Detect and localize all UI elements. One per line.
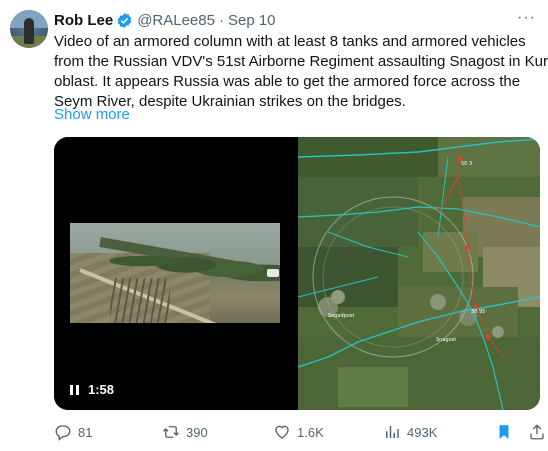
pause-icon[interactable] bbox=[70, 384, 79, 395]
share-icon bbox=[530, 424, 544, 440]
tweet-text-line: Video of an armored column with at least… bbox=[54, 33, 526, 50]
verified-icon bbox=[117, 12, 132, 28]
author-handle[interactable]: @RALee85 bbox=[137, 12, 215, 29]
video-frame bbox=[70, 223, 280, 323]
share-button[interactable] bbox=[528, 422, 548, 442]
tweet-text-line: oblast. It appears Russia was able to ge… bbox=[54, 73, 521, 90]
tweet-actions: 81 390 1.6K 493K bbox=[54, 422, 544, 442]
video-controls[interactable]: 1:58 bbox=[70, 382, 114, 397]
tweet-text-line: from the Russian VDV's 51st Airborne Reg… bbox=[54, 53, 548, 70]
video-player[interactable]: 1:58 bbox=[54, 137, 296, 410]
separator-dot: · bbox=[218, 11, 224, 29]
tweet-date[interactable]: Sep 10 bbox=[228, 12, 276, 29]
retweet-count: 390 bbox=[186, 424, 208, 440]
map-label: 38 95 bbox=[471, 309, 485, 315]
avatar[interactable] bbox=[10, 10, 48, 48]
reply-count: 81 bbox=[78, 424, 93, 440]
retweet-icon bbox=[163, 426, 179, 438]
views-button[interactable]: 493K bbox=[383, 422, 437, 442]
tweet-header: Rob Lee @RALee85 · Sep 10 bbox=[54, 10, 276, 30]
retweet-button[interactable]: 390 bbox=[162, 422, 208, 442]
map-label: 50 3 bbox=[461, 161, 472, 167]
map-label: Sagadpost bbox=[328, 313, 354, 319]
author-name[interactable]: Rob Lee bbox=[54, 12, 113, 29]
map-label: Snagost bbox=[436, 337, 456, 343]
map-image[interactable]: 50 3 38 95 Sagadpost Snagost bbox=[298, 137, 540, 410]
more-icon[interactable]: ··· bbox=[517, 10, 536, 26]
tweet-text: Video of an armored column with at least… bbox=[54, 32, 548, 112]
video-time: 1:58 bbox=[88, 382, 115, 397]
like-button[interactable]: 1.6K bbox=[273, 422, 324, 442]
bookmark-icon bbox=[499, 425, 509, 439]
bookmark-button[interactable] bbox=[495, 422, 519, 442]
satellite-map: 50 3 38 95 Sagadpost Snagost bbox=[298, 137, 540, 410]
view-count: 493K bbox=[407, 424, 438, 440]
views-icon bbox=[386, 426, 399, 438]
like-count: 1.6K bbox=[297, 424, 324, 440]
show-more-link[interactable]: Show more bbox=[54, 106, 130, 123]
like-icon bbox=[275, 425, 289, 439]
media-container: 1:58 50 3 38 95 Sagadpost Snagost bbox=[54, 137, 540, 410]
reply-icon bbox=[55, 425, 71, 441]
video-watermark bbox=[267, 269, 279, 277]
reply-button[interactable]: 81 bbox=[54, 422, 92, 442]
